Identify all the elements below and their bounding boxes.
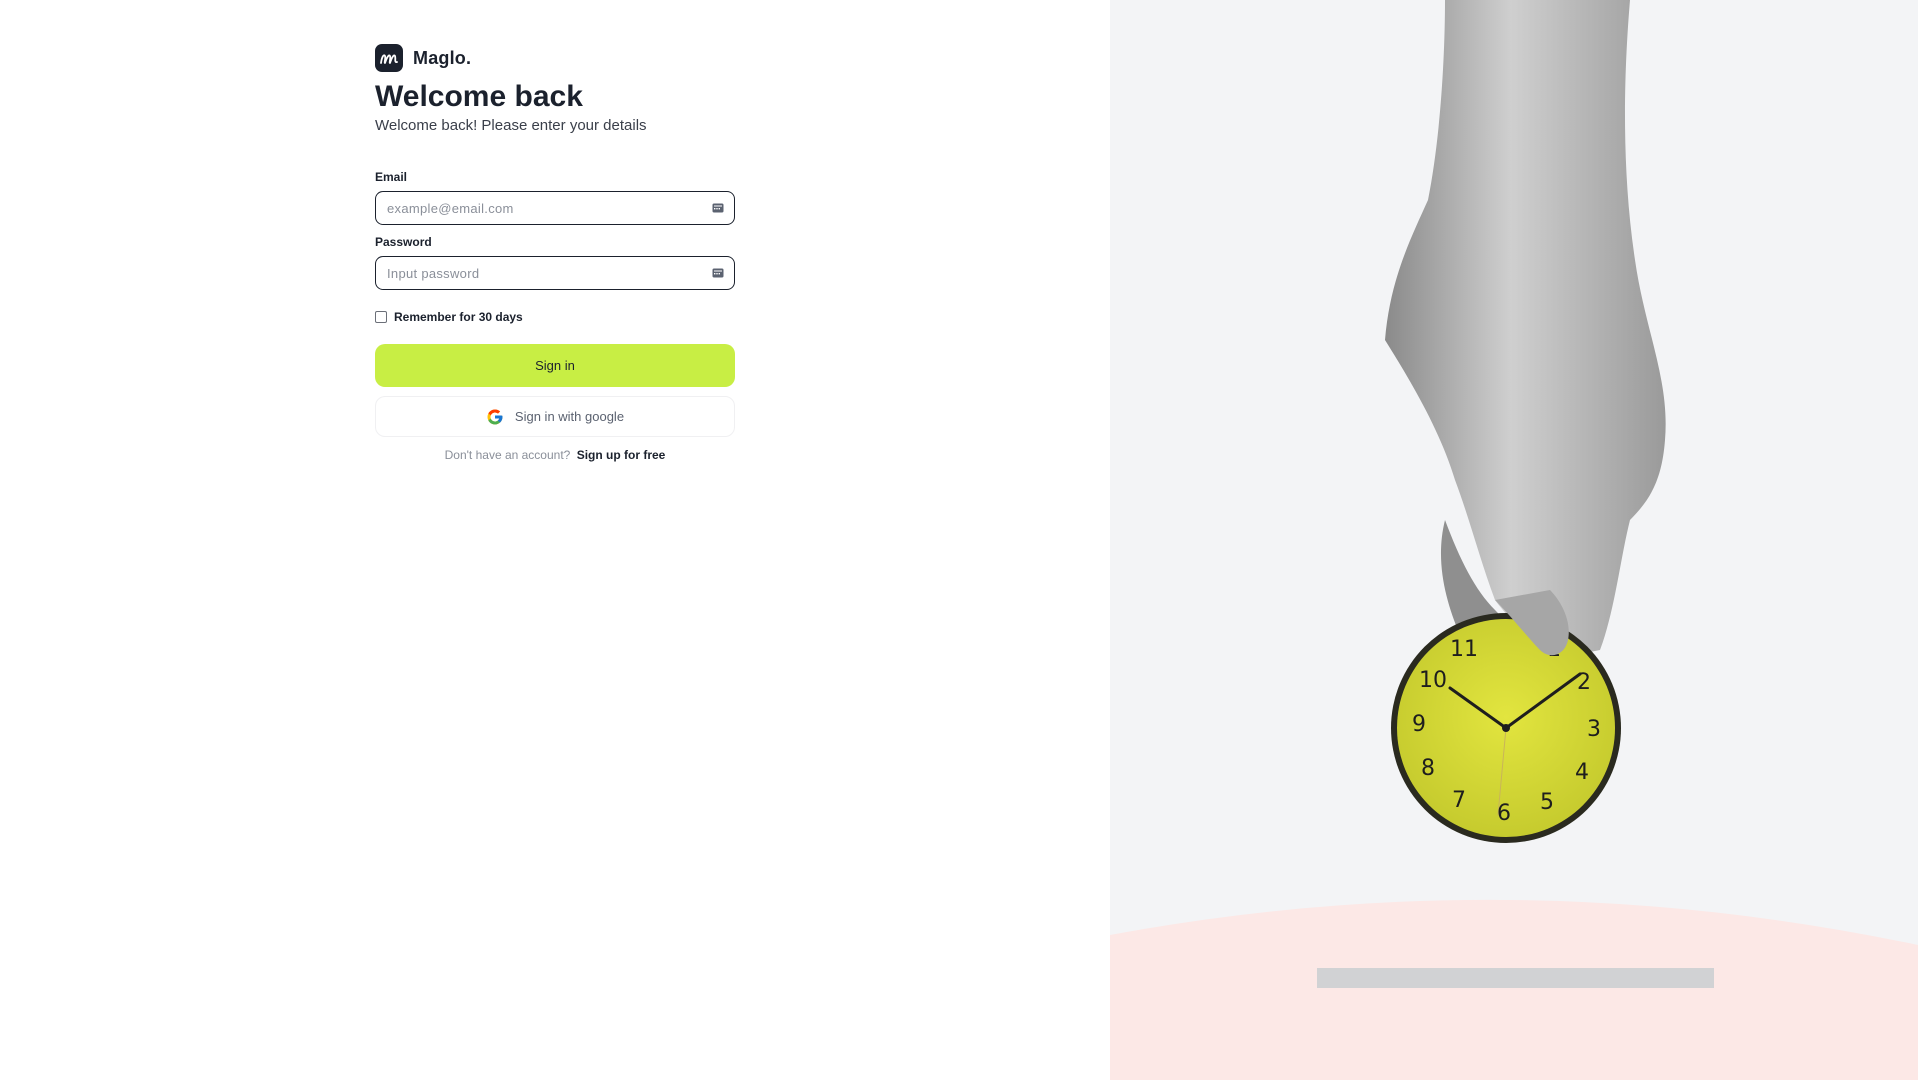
sign-in-button[interactable]: Sign in — [375, 344, 735, 387]
signup-prompt: Don't have an account? — [444, 448, 571, 462]
google-sign-in-label: Sign in with google — [514, 409, 625, 424]
password-label: Password — [375, 235, 432, 249]
password-manager-key-icon[interactable] — [711, 202, 724, 215]
clock-numeral: 11 — [1450, 637, 1478, 662]
maglo-logo-icon — [375, 44, 403, 72]
clock-numeral: 9 — [1412, 712, 1426, 737]
email-field-container — [375, 191, 735, 225]
brand-name: Maglo. — [413, 47, 472, 68]
clock-numeral: 3 — [1587, 717, 1601, 742]
clock-numeral: 8 — [1421, 756, 1435, 781]
remember-label[interactable]: Remember for 30 days — [394, 310, 523, 324]
coin-slot — [1317, 968, 1714, 988]
hero-illustration: 11 1 2 10 9 3 8 4 7 5 6 — [1110, 0, 1918, 1080]
brand: Maglo. — [375, 44, 735, 72]
password-field-container — [375, 256, 735, 290]
clock-numeral: 5 — [1540, 790, 1554, 815]
email-input[interactable] — [385, 199, 711, 217]
hand-icon — [1385, 0, 1666, 660]
google-sign-in-button[interactable]: Sign in with google — [375, 396, 735, 437]
hero-pink-hill — [1110, 899, 1918, 1080]
clock-icon: 11 1 2 10 9 3 8 4 7 5 6 — [1391, 613, 1621, 843]
page-title: Welcome back — [375, 80, 583, 113]
signup-row: Don't have an account? Sign up for free — [375, 448, 735, 462]
clock-numeral: 10 — [1419, 668, 1447, 693]
clock-numeral: 4 — [1575, 760, 1589, 785]
page-subtitle: Welcome back! Please enter your details — [375, 117, 647, 134]
clock-numeral: 7 — [1452, 788, 1466, 813]
email-label: Email — [375, 170, 408, 184]
password-input[interactable] — [385, 264, 711, 282]
remember-row: Remember for 30 days — [375, 310, 735, 324]
clock-numeral: 2 — [1577, 670, 1591, 695]
login-panel: Maglo. Welcome back Welcome back! Please… — [0, 0, 1110, 1080]
login-form: Maglo. Welcome back Welcome back! Please… — [375, 44, 735, 462]
password-manager-key-icon[interactable] — [711, 267, 724, 280]
hero-panel: 11 1 2 10 9 3 8 4 7 5 6 — [1110, 0, 1918, 1080]
sign-up-link[interactable]: Sign up for free — [577, 448, 666, 462]
remember-checkbox[interactable] — [375, 311, 387, 323]
clock-numeral: 6 — [1497, 801, 1511, 826]
google-icon — [487, 409, 503, 424]
